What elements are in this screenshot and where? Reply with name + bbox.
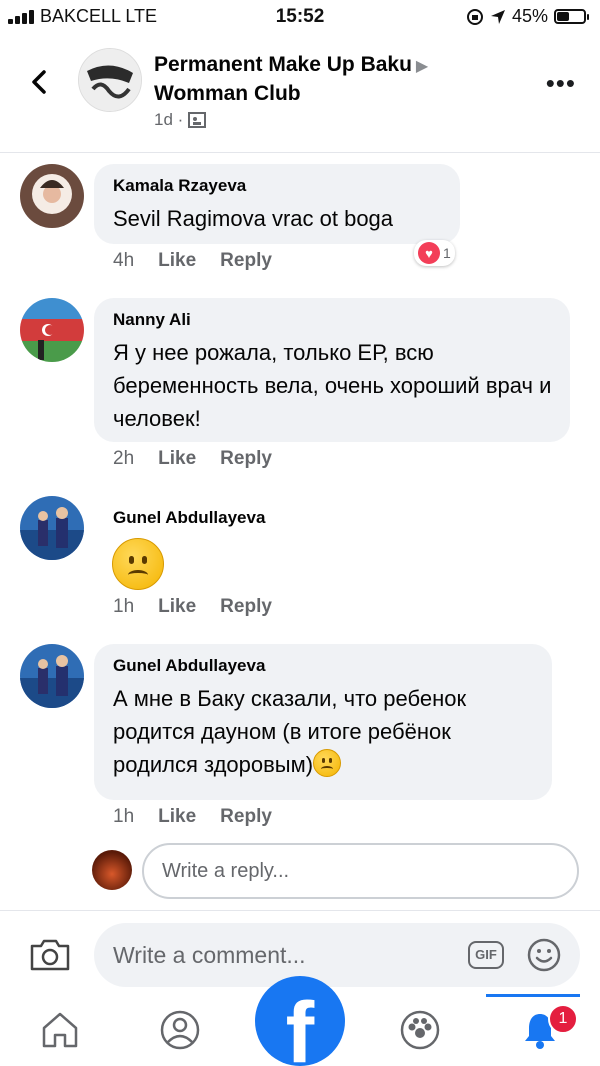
comment-text: Sevil Ragimova vrac ot boga	[113, 206, 394, 231]
like-button[interactable]: Like	[158, 250, 196, 272]
emoji-picker-icon[interactable]	[526, 937, 562, 973]
page-logo-icon	[79, 49, 141, 111]
page-title[interactable]: Permanent Make Up Baku ▶ Womman Club	[154, 51, 428, 107]
comment-time: 1h	[113, 806, 135, 827]
reply-button[interactable]: Reply	[220, 596, 272, 618]
frowning-emoji-icon	[112, 538, 164, 590]
page-avatar[interactable]	[78, 48, 142, 112]
comment-author[interactable]: Kamala Rzayeva	[113, 176, 442, 196]
comment-time: 4h	[113, 250, 135, 271]
avatar[interactable]	[20, 298, 84, 362]
play-triangle-icon: ▶	[415, 58, 429, 75]
post-meta: 1d ·	[154, 110, 207, 130]
active-tab-indicator	[486, 994, 580, 997]
comment-author[interactable]: Gunel Abdullayeva	[113, 656, 534, 676]
groups-icon[interactable]	[398, 1008, 442, 1052]
gif-button[interactable]: GIF	[468, 941, 504, 969]
comment-input[interactable]: Write a comment...	[94, 923, 580, 987]
battery-icon	[554, 9, 589, 24]
orientation-lock-icon	[466, 8, 483, 25]
group-privacy-icon	[188, 112, 207, 128]
notification-badge: 1	[548, 1004, 578, 1034]
heart-reaction-icon: ♥	[418, 242, 440, 264]
like-button[interactable]: Like	[158, 596, 196, 618]
battery-percent: 45%	[511, 6, 548, 26]
post-header: Permanent Make Up Baku ▶ Womman Club 1d ·…	[0, 34, 600, 153]
comment-bubble[interactable]: Kamala Rzayeva Sevil Ragimova vrac ot bo…	[94, 164, 460, 244]
reaction-count[interactable]: ♥ 1	[414, 240, 455, 266]
frowning-emoji-icon	[313, 749, 342, 777]
camera-icon[interactable]	[28, 937, 72, 973]
reply-button[interactable]: Reply	[220, 250, 272, 272]
comment-author[interactable]: Nanny Ali	[113, 310, 552, 330]
comment-bubble[interactable]: Nanny Ali Я у нее рожала, только ЕР, всю…	[94, 298, 570, 442]
comment-text: Я у нее рожала, только ЕР, всю беременно…	[113, 340, 552, 431]
avatar[interactable]	[20, 644, 84, 708]
home-icon[interactable]	[38, 1008, 82, 1052]
comment-text: А мне в Баку сказали, что ребенок родитс…	[113, 686, 467, 777]
back-arrow-icon[interactable]	[22, 64, 58, 100]
comment-author[interactable]: Gunel Abdullayeva	[113, 508, 265, 528]
reply-button[interactable]: Reply	[220, 806, 272, 828]
current-user-avatar	[92, 850, 132, 890]
location-arrow-icon	[490, 9, 505, 24]
comment-time: 1h	[113, 596, 135, 617]
like-button[interactable]: Like	[158, 806, 196, 828]
avatar[interactable]	[20, 164, 84, 228]
facebook-logo[interactable]: f	[255, 976, 345, 1066]
status-bar: BAKCELL LTE 15:52 45%	[0, 0, 600, 34]
more-options-button[interactable]: •••	[546, 70, 576, 96]
comment-bubble[interactable]: Gunel Abdullayeva А мне в Баку сказали, …	[94, 644, 552, 800]
avatar[interactable]	[20, 496, 84, 560]
like-button[interactable]: Like	[158, 448, 196, 470]
profile-icon[interactable]	[158, 1008, 202, 1052]
reply-button[interactable]: Reply	[220, 448, 272, 470]
comment-time: 2h	[113, 448, 135, 469]
reply-input[interactable]: Write a reply...	[142, 843, 579, 899]
